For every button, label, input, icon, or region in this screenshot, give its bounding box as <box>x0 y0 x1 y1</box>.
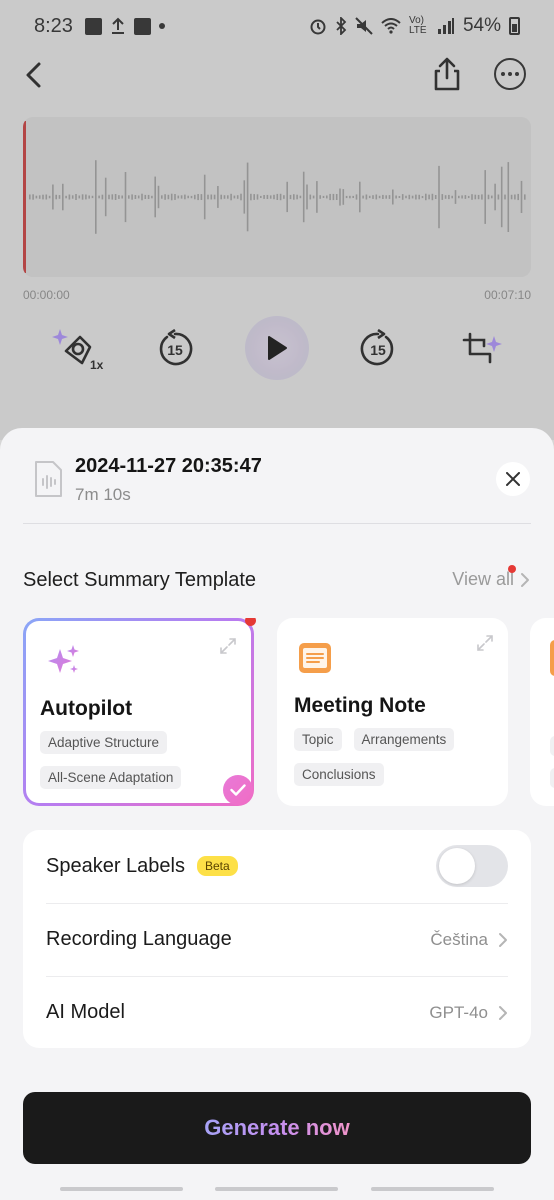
new-indicator-dot <box>508 565 516 573</box>
gesture-navigation-bar <box>0 1184 554 1194</box>
close-button[interactable] <box>496 462 530 496</box>
gesture-bar[interactable] <box>60 1187 183 1191</box>
recording-title: 2024-11-27 20:35:47 <box>75 455 262 477</box>
template-carousel[interactable]: Autopilot Adaptive Structure All-Scene A… <box>23 618 554 808</box>
template-tags: Topic Arrangements Conclusions <box>294 728 504 786</box>
template-tag: Adaptive Structure <box>40 731 168 754</box>
recording-duration: 7m 10s <box>75 485 131 504</box>
sparkles-icon <box>48 645 79 673</box>
template-card-autopilot[interactable]: Autopilot Adaptive Structure All-Scene A… <box>23 618 256 806</box>
template-card-meeting-note[interactable]: Meeting Note Topic Arrangements Conclusi… <box>277 618 508 806</box>
gesture-bar[interactable] <box>371 1187 494 1191</box>
summary-sheet: 2024-11-27 20:35:47 7m 10s Select Summar… <box>0 428 554 1200</box>
template-tag: Topic <box>294 728 342 751</box>
template-title: Autopilot <box>40 697 133 720</box>
new-indicator-dot <box>245 618 256 626</box>
check-icon <box>230 784 246 796</box>
recording-language-row[interactable]: Recording Language Čeština <box>46 903 508 975</box>
template-title: Meeting Note <box>294 694 426 717</box>
recording-header: 2024-11-27 20:35:47 7m 10s <box>23 452 531 524</box>
partial-tag <box>550 736 554 756</box>
speaker-labels-row: Speaker Labels Beta <box>46 830 508 902</box>
chevron-right-icon <box>499 1005 507 1020</box>
template-card-partial[interactable] <box>530 618 554 806</box>
selected-check-badge <box>223 775 253 805</box>
recording-language-label: Recording Language <box>46 928 232 950</box>
recording-language-value: Čeština <box>430 929 488 949</box>
note-icon <box>299 643 331 673</box>
dim-overlay[interactable] <box>0 0 554 440</box>
ai-model-value: GPT-4o <box>429 1002 488 1022</box>
chevron-right-icon <box>521 572 529 587</box>
template-tag: All-Scene Adaptation <box>40 766 182 789</box>
expand-icon[interactable] <box>476 634 494 652</box>
template-tag: Conclusions <box>294 763 384 786</box>
partial-tag <box>550 768 554 788</box>
beta-badge: Beta <box>196 856 238 876</box>
speaker-labels-toggle[interactable] <box>436 845 508 887</box>
chevron-right-icon <box>499 932 507 947</box>
toggle-knob <box>439 848 475 884</box>
partial-template-icon <box>550 640 554 676</box>
player-screen: 8:23 Vo) LTE 54% 00:00:00 00:07:10 1x 15… <box>0 0 554 440</box>
template-tags: Adaptive Structure All-Scene Adaptation <box>40 731 250 789</box>
view-all-label: View all <box>452 569 514 589</box>
settings-card: Speaker Labels Beta Recording Language Č… <box>23 830 531 1048</box>
generate-now-label: Generate now <box>204 1115 350 1140</box>
template-tag: Arrangements <box>353 728 455 751</box>
ai-model-row[interactable]: AI Model GPT-4o <box>46 976 508 1048</box>
generate-now-button[interactable]: Generate now <box>23 1092 531 1164</box>
audio-file-icon <box>35 461 62 497</box>
speaker-labels-label: Speaker Labels <box>46 854 185 877</box>
gesture-bar[interactable] <box>215 1187 338 1191</box>
view-all-link[interactable]: View all <box>452 565 530 590</box>
ai-model-label: AI Model <box>46 1001 125 1023</box>
expand-icon[interactable] <box>219 637 237 655</box>
section-title: Select Summary Template <box>23 569 257 591</box>
close-icon <box>506 472 520 486</box>
